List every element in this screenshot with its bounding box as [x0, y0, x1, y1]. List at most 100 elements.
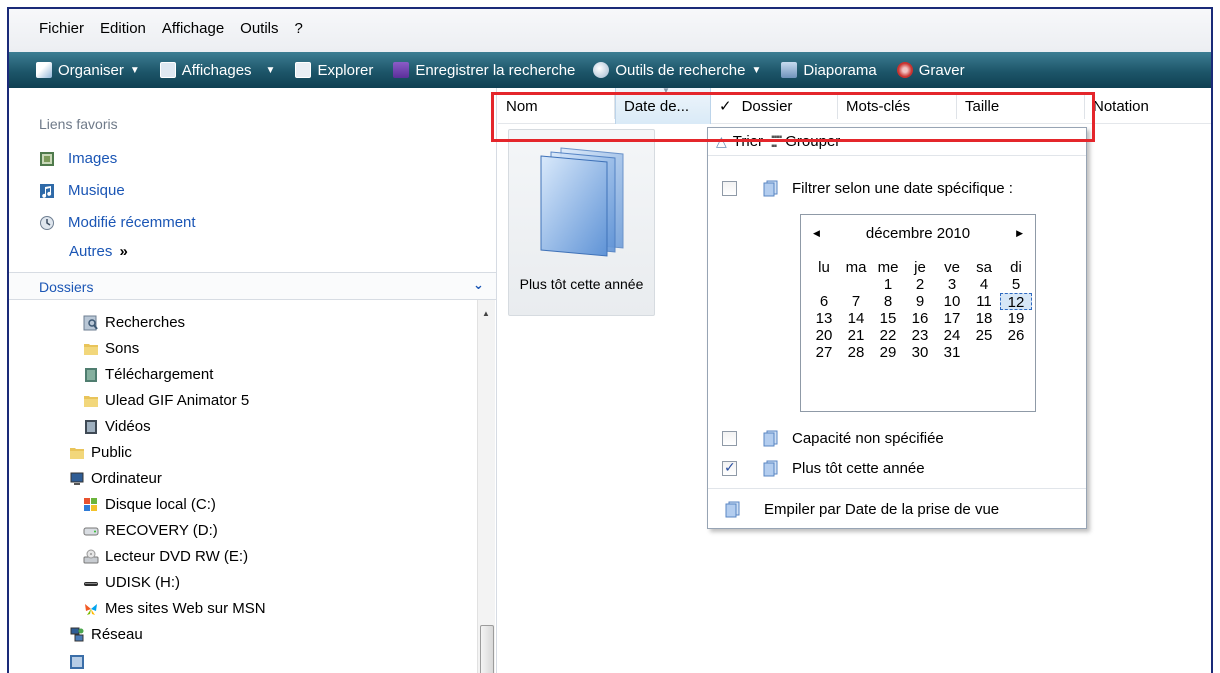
tree-item-reseau[interactable]: Réseau	[69, 626, 143, 643]
calendar-day-today[interactable]: 12	[1000, 293, 1032, 311]
calendar-day[interactable]: 10	[936, 293, 968, 310]
menu-fichier[interactable]: Fichier	[39, 20, 84, 37]
calendar-day[interactable]: 5	[1000, 276, 1032, 293]
organiser-label: Organiser	[58, 61, 124, 79]
tree-item-recherches[interactable]: Recherches	[83, 314, 185, 331]
more-links-button[interactable]: Autres »	[69, 243, 128, 260]
tree-item-telechargement[interactable]: Téléchargement	[83, 366, 213, 383]
calendar-day[interactable]: 29	[872, 344, 904, 361]
tree-item-dvd-e[interactable]: Lecteur DVD RW (E:)	[83, 548, 248, 565]
calendar-weekday: sa	[976, 259, 992, 276]
calendar-day[interactable]: 21	[840, 327, 872, 344]
calendar-weekday: di	[1010, 259, 1022, 276]
calendar-day[interactable]: 26	[1000, 327, 1032, 344]
dropdown-arrow-icon: ▼	[751, 64, 762, 76]
tree-item-udisk-h[interactable]: UDISK (H:)	[83, 574, 180, 591]
filter-date-option[interactable]: Filtrer selon une date spécifique :	[708, 175, 1086, 201]
burn-icon	[896, 62, 913, 78]
calendar-day[interactable]: 9	[904, 293, 936, 310]
next-month-icon[interactable]: ▶	[1016, 228, 1023, 239]
tree-item-sons[interactable]: Sons	[83, 340, 139, 357]
folders-scrollbar[interactable]: ▲	[477, 300, 495, 673]
calendar-header: ◀ décembre 2010 ▶	[801, 225, 1035, 245]
stack-tile[interactable]: Plus tôt cette année	[508, 129, 655, 316]
calendar-day[interactable]: 14	[840, 310, 872, 327]
calendar-day[interactable]: 11	[968, 293, 1000, 310]
menu-edition[interactable]: Edition	[100, 20, 146, 37]
favorite-images[interactable]: Images	[39, 150, 117, 167]
column-notation[interactable]: Notation	[1085, 88, 1211, 124]
tree-item-msn-sites[interactable]: Mes sites Web sur MSN	[83, 600, 266, 617]
calendar-day[interactable]: 23	[904, 327, 936, 344]
calendar-day[interactable]: 27	[808, 344, 840, 361]
tree-item-partial	[69, 654, 91, 670]
calendar-day[interactable]: 1	[872, 276, 904, 293]
tree-item-public[interactable]: Public	[69, 444, 132, 461]
views-icon	[159, 62, 176, 78]
stack-icon	[725, 501, 740, 517]
favorite-musique[interactable]: Musique	[39, 182, 125, 199]
favorite-images-label: Images	[68, 150, 118, 167]
folders-header[interactable]: Dossiers ⌄	[9, 272, 496, 300]
unspecified-option[interactable]: Capacité non spécifiée	[708, 425, 1086, 451]
calendar-day[interactable]: 7	[840, 293, 872, 310]
calendar-weekday: je	[914, 259, 926, 276]
calendar-day[interactable]: 22	[872, 327, 904, 344]
calendar-day[interactable]: 18	[968, 310, 1000, 327]
filter-date-label: Filtrer selon une date spécifique :	[792, 179, 1013, 197]
burn-button[interactable]: Graver	[896, 62, 965, 79]
calendar-day[interactable]: 2	[904, 276, 936, 293]
menu-bar: Fichier Edition Affichage Outils ?	[9, 9, 1211, 52]
filter-date-checkbox[interactable]	[722, 180, 737, 196]
highlight-rectangle	[491, 92, 1095, 142]
calendar-day[interactable]: 4	[968, 276, 1000, 293]
menu-help[interactable]: ?	[295, 20, 303, 37]
calendar-day[interactable]: 31	[936, 344, 968, 361]
calendar-day[interactable]: 3	[936, 276, 968, 293]
explorer-button[interactable]: Explorer	[295, 62, 373, 79]
calendar-day[interactable]: 17	[936, 310, 968, 327]
calendar-day[interactable]: 8	[872, 293, 904, 310]
calendar-day[interactable]: 19	[1000, 310, 1032, 327]
tree-item-ordinateur[interactable]: Ordinateur	[69, 470, 162, 487]
tree-item-label: Ulead GIF Animator 5	[105, 392, 250, 409]
calendar-weekday: me	[877, 259, 899, 276]
stack-by-option[interactable]: Empiler par Date de la prise de vue	[708, 496, 1086, 522]
calendar-day[interactable]: 25	[968, 327, 1000, 344]
calendar-day[interactable]: 15	[872, 310, 904, 327]
favorite-recent[interactable]: Modifié récemment	[39, 214, 196, 231]
earlier-year-checkbox[interactable]	[722, 459, 737, 476]
calendar-day[interactable]: 16	[904, 310, 936, 327]
search-folder-icon	[83, 315, 98, 330]
tree-item-ulead[interactable]: Ulead GIF Animator 5	[83, 392, 249, 409]
tree-item-recovery-d[interactable]: RECOVERY (D:)	[83, 522, 218, 539]
calendar-day[interactable]: 13	[808, 310, 840, 327]
chevron-down-icon[interactable]: ⌄	[473, 277, 484, 293]
unspecified-label: Capacité non spécifiée	[792, 429, 944, 447]
organiser-button[interactable]: Organiser ▼	[36, 62, 140, 79]
calendar-weekday: ma	[845, 259, 867, 276]
calendar-day[interactable]: 24	[936, 327, 968, 344]
tree-item-label: Lecteur DVD RW (E:)	[105, 548, 249, 565]
tree-item-videos[interactable]: Vidéos	[83, 418, 151, 435]
affichages-button[interactable]: Affichages ▼	[159, 62, 275, 79]
earlier-year-option[interactable]: Plus tôt cette année	[708, 455, 1086, 481]
calendar-day[interactable]: 30	[904, 344, 936, 361]
calendar-day[interactable]: 20	[808, 327, 840, 344]
menu-outils[interactable]: Outils	[240, 20, 278, 37]
slideshow-button[interactable]: Diaporama	[781, 62, 877, 79]
tree-item-disque-c[interactable]: Disque local (C:)	[83, 496, 216, 513]
search-tools-button[interactable]: Outils de recherche ▼	[593, 62, 761, 79]
calendar-empty-cell	[808, 276, 840, 293]
scrollbar-thumb[interactable]	[480, 625, 494, 673]
tree-item-label: Recherches	[105, 314, 186, 331]
calendar-day[interactable]: 28	[840, 344, 872, 361]
menu-affichage[interactable]: Affichage	[162, 20, 224, 37]
calendar-day[interactable]: 6	[808, 293, 840, 310]
save-search-button[interactable]: Enregistrer la recherche	[393, 62, 575, 79]
unspecified-checkbox[interactable]	[722, 430, 737, 446]
pictures-icon	[40, 151, 54, 166]
stack-by-label: Empiler par Date de la prise de vue	[764, 500, 1000, 518]
scroll-up-icon[interactable]: ▲	[482, 309, 490, 318]
date-picker-calendar[interactable]: ◀ décembre 2010 ▶ lu ma me je ve sa di 1 2 3 4 5 6 7 8…	[800, 214, 1036, 412]
